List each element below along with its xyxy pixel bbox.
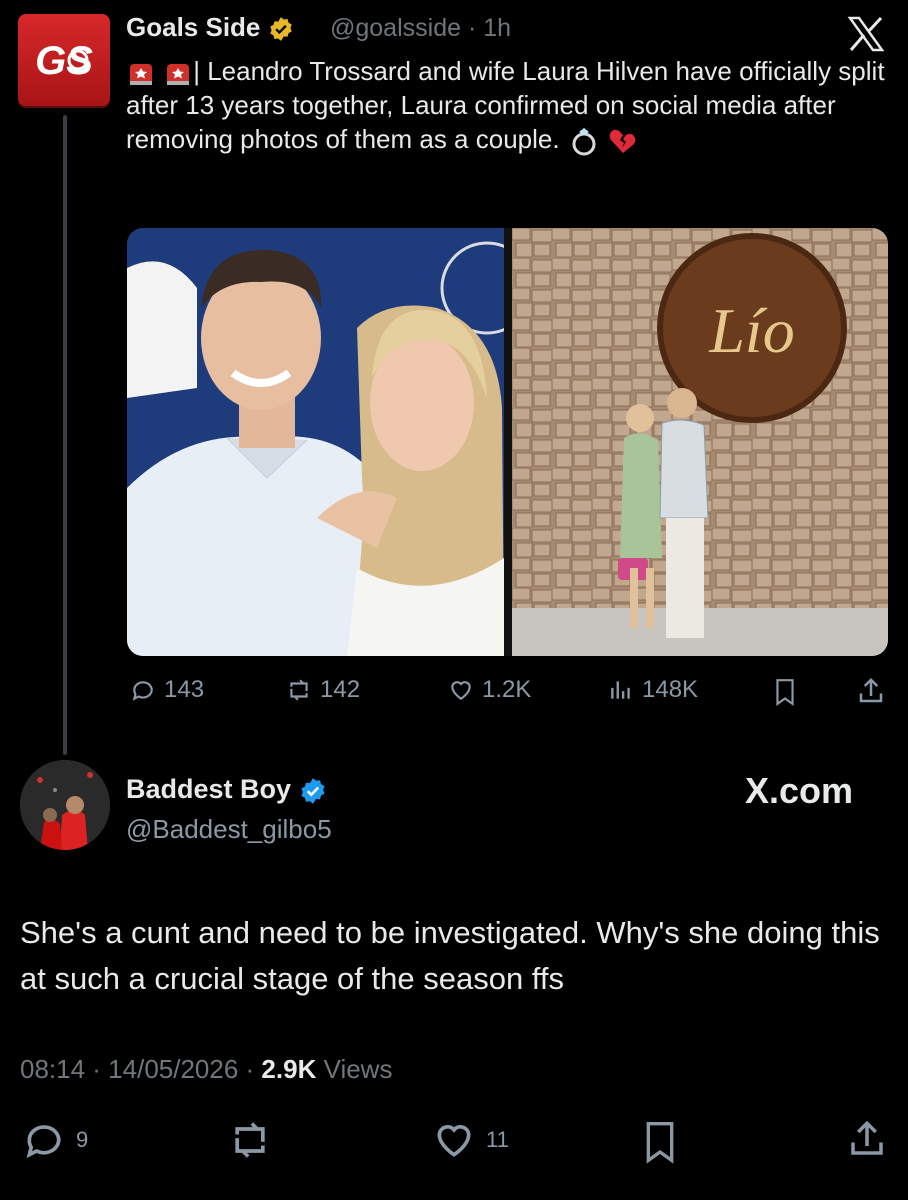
views-count-button[interactable]: 148K [608,676,698,704]
verified-gold-icon [269,17,292,42]
baddest-boy-avatar[interactable] [20,760,110,850]
like-count: 1.2K [482,676,532,703]
svg-text:GS: GS [35,39,93,83]
couple-photo-left[interactable] [127,228,534,656]
reply-count: 143 [164,676,205,703]
author-handle[interactable]: @goalsside [330,14,461,42]
views-count: 148K [642,676,699,703]
author-name[interactable]: Goals Side [126,12,260,42]
tweet-time[interactable]: · 1h [468,14,511,42]
repost-count: 142 [320,676,361,703]
bookmark-icon[interactable] [640,1120,680,1164]
tweet-text: | Leandro Trossard and wife Laura Hilven… [126,54,886,156]
verified-blue-icon [301,778,325,804]
tweet-media[interactable]: Lío [127,228,888,656]
repost-icon [290,679,308,701]
couple-photo-illustration-left [127,228,534,656]
reply-replies-count: 9 [76,1127,89,1152]
author-name-row[interactable]: Goals Side [126,12,294,43]
reply-author-name[interactable]: Baddest Boy [126,774,291,804]
reply-count-button[interactable]: 143 [130,676,204,704]
restaurant-sign-text: Lío [708,295,794,366]
reply-meta: 08:14 · 14/05/2026 · 2.9K Views [20,1054,392,1085]
reply-icon [26,1125,61,1159]
reply-text: She's a cunt and need to be investigated… [20,915,880,996]
handle-row: @goalsside · 1h [330,14,511,43]
reply-like-button[interactable]: 11 [432,1118,509,1162]
share-icon[interactable] [856,676,886,706]
repost-icon [235,1122,265,1158]
thread-connector [63,115,67,755]
reply-views-label: Views [323,1054,393,1084]
ring-icon [572,128,596,156]
reply-reply-button[interactable]: 9 [22,1118,88,1162]
reply-author-row[interactable]: Baddest Boy [126,774,327,805]
siren-icon [167,64,190,86]
repost-count-button[interactable]: 142 [286,676,360,704]
like-count-button[interactable]: 1.2K [448,676,531,704]
like-icon [437,1125,471,1157]
reply-icon [132,681,153,701]
bookmark-icon[interactable] [772,678,798,706]
like-icon [451,681,471,700]
reply-author-handle[interactable]: @Baddest_gilbo5 [126,814,332,845]
siren-icon [130,64,152,86]
tweet-body: | Leandro Trossard and wife Laura Hilven… [126,56,885,155]
goals-side-avatar[interactable]: GS [18,14,110,106]
x-logo-icon[interactable] [846,14,886,54]
reply-timestamp[interactable]: 08:14 · 14/05/2026 · [20,1054,254,1084]
reply-views-count: 2.9K [261,1054,317,1084]
avatar-illustration [20,760,110,850]
reply-likes-count: 11 [486,1127,509,1152]
views-icon [611,681,630,699]
couple-photo-right[interactable]: Lío [512,228,888,656]
xcom-watermark: X.com [745,770,854,811]
goals-side-logo-icon: GS [35,39,93,83]
couple-photo-illustration-right: Lío [512,228,888,656]
share-icon[interactable] [846,1118,888,1160]
reply-repost-button[interactable] [228,1118,272,1162]
broken-heart-icon [609,130,636,154]
